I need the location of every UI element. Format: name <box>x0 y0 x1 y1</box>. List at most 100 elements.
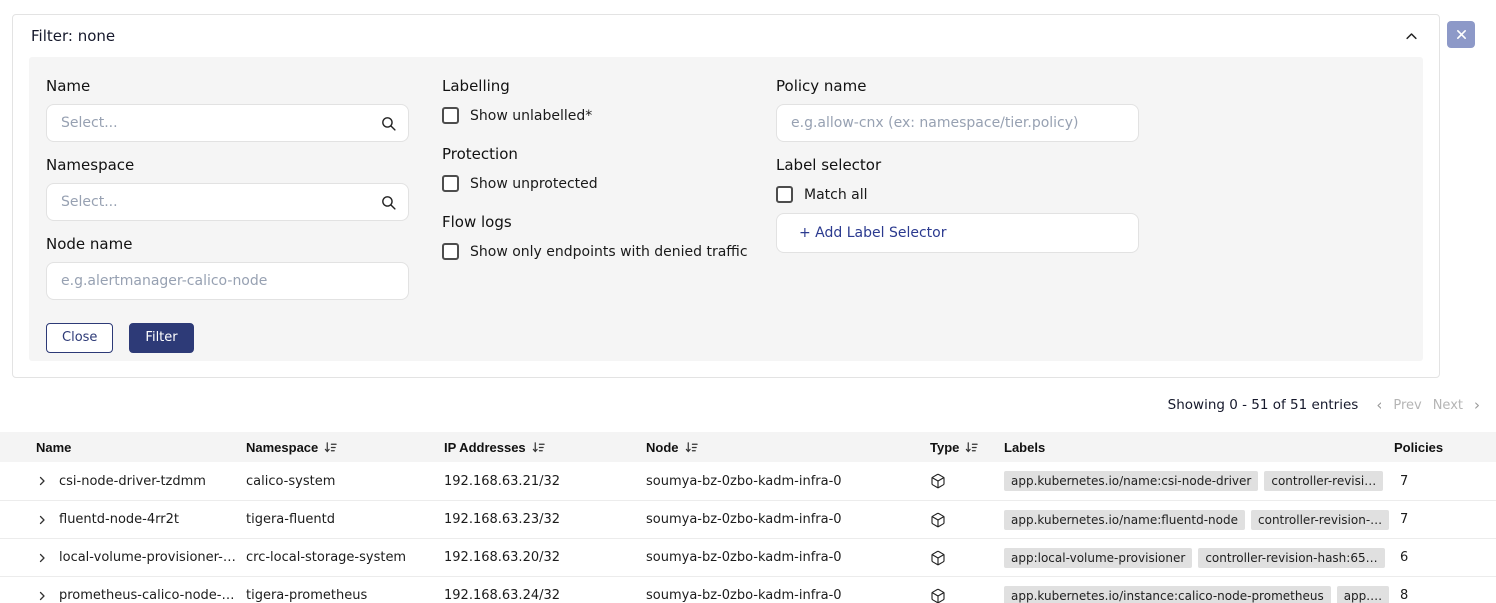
denied-traffic-row: Show only endpoints with denied traffic <box>442 243 782 260</box>
chevron-right-icon <box>36 590 48 602</box>
filter-form-column-right: Policy name Label selector Match all + A… <box>776 57 1139 253</box>
show-unlabelled-label: Show unlabelled* <box>470 108 592 124</box>
chevron-right-icon <box>36 514 48 526</box>
label-chip[interactable]: app.kubernetes.io/name:fluentd-node <box>1004 510 1245 530</box>
denied-traffic-checkbox[interactable] <box>442 243 459 260</box>
endpoints-table: Name Namespace IP Addresses Node Type <box>0 432 1496 603</box>
endpoint-node: soumya-bz-0zbo-kadm-infra-0 <box>646 512 930 527</box>
expand-row-button[interactable] <box>36 552 48 564</box>
endpoint-name[interactable]: prometheus-calico-node-… <box>59 588 234 603</box>
namespace-select-field <box>46 183 409 221</box>
endpoint-ip: 192.168.63.24/32 <box>444 588 646 603</box>
pod-icon <box>930 473 946 489</box>
label-selector-heading: Label selector <box>776 156 1139 174</box>
column-header-node[interactable]: Node <box>646 440 930 455</box>
match-all-label: Match all <box>804 187 868 203</box>
next-page-link[interactable]: Next <box>1433 398 1463 413</box>
endpoint-namespace: calico-system <box>246 474 444 489</box>
table-header-row: Name Namespace IP Addresses Node Type <box>0 432 1496 462</box>
filter-panel-title: Filter: none <box>31 27 115 45</box>
endpoint-namespace: tigera-prometheus <box>246 588 444 603</box>
close-icon <box>1456 29 1467 40</box>
endpoint-type <box>930 550 1004 566</box>
endpoint-namespace: tigera-fluentd <box>246 512 444 527</box>
pod-icon <box>930 588 946 603</box>
endpoint-labels: app.kubernetes.io/instance:calico-node-p… <box>1004 586 1390 603</box>
denied-traffic-label: Show only endpoints with denied traffic <box>470 244 748 260</box>
prev-page-link[interactable]: Prev <box>1393 398 1421 413</box>
filter-panel: Filter: none Name Namespace <box>12 14 1440 378</box>
node-name-field-label: Node name <box>46 235 409 253</box>
show-unprotected-label: Show unprotected <box>470 176 598 192</box>
endpoint-ip: 192.168.63.20/32 <box>444 550 646 565</box>
label-chip[interactable]: app:local-volume-provisioner <box>1004 548 1192 568</box>
endpoint-name[interactable]: fluentd-node-4rr2t <box>59 512 179 527</box>
label-chip[interactable]: controller-revisi… <box>1264 471 1383 491</box>
prev-page-icon[interactable]: ‹ <box>1376 398 1382 413</box>
endpoint-policies-count: 6 <box>1390 550 1496 565</box>
column-header-policies: Policies <box>1390 440 1496 455</box>
filter-form-column-left: Name Namespace Node name Close Filt <box>46 57 409 353</box>
match-all-row: Match all <box>776 186 1139 203</box>
policy-name-field-label: Policy name <box>776 77 1139 95</box>
column-header-name[interactable]: Name <box>0 440 246 455</box>
filter-form-column-middle: Labelling Show unlabelled* Protection Sh… <box>442 57 782 260</box>
name-select-input[interactable] <box>47 105 408 141</box>
next-page-icon[interactable]: › <box>1474 398 1480 413</box>
table-row: fluentd-node-4rr2t tigera-fluentd 192.16… <box>0 500 1496 538</box>
chevron-up-icon <box>1404 29 1419 44</box>
close-button[interactable]: Close <box>46 323 113 353</box>
expand-row-button[interactable] <box>36 590 48 602</box>
show-unprotected-row: Show unprotected <box>442 175 782 192</box>
endpoint-name[interactable]: csi-node-driver-tzdmm <box>59 474 206 489</box>
labelling-heading: Labelling <box>442 77 782 95</box>
sort-icon[interactable] <box>965 441 978 454</box>
node-name-field <box>46 262 409 300</box>
flow-logs-heading: Flow logs <box>442 213 782 231</box>
filter-panel-header: Filter: none <box>13 15 1439 57</box>
policy-name-field <box>776 104 1139 142</box>
pod-icon <box>930 512 946 528</box>
name-select-field <box>46 104 409 142</box>
filter-button[interactable]: Filter <box>129 323 193 353</box>
policy-name-input[interactable] <box>777 105 1138 141</box>
filter-actions: Close Filter <box>46 323 409 353</box>
label-chip[interactable]: controller-revision-… <box>1251 510 1389 530</box>
endpoint-labels: app.kubernetes.io/name:fluentd-node cont… <box>1004 510 1390 530</box>
add-label-selector-button[interactable]: + Add Label Selector <box>776 213 1139 253</box>
name-field-label: Name <box>46 77 409 95</box>
pagination-bar: Showing 0 - 51 of 51 entries ‹ Prev Next… <box>1168 397 1480 413</box>
endpoint-policies-count: 7 <box>1390 474 1496 489</box>
column-header-ip-addresses[interactable]: IP Addresses <box>444 440 646 455</box>
expand-row-button[interactable] <box>36 514 48 526</box>
collapse-panel-button[interactable] <box>1404 29 1419 44</box>
endpoint-type <box>930 512 1004 528</box>
endpoint-ip: 192.168.63.21/32 <box>444 474 646 489</box>
label-chip[interactable]: controller-revision-hash:65… <box>1198 548 1384 568</box>
entries-summary: Showing 0 - 51 of 51 entries <box>1168 397 1359 413</box>
namespace-select-input[interactable] <box>47 184 408 220</box>
expand-row-button[interactable] <box>36 475 48 487</box>
sort-icon[interactable] <box>532 441 545 454</box>
node-name-input[interactable] <box>47 263 408 299</box>
label-chip[interactable]: app.kubernetes.io/name:csi-node-driver <box>1004 471 1258 491</box>
sort-icon[interactable] <box>685 441 698 454</box>
label-chip[interactable]: app.… <box>1337 586 1389 603</box>
table-row: prometheus-calico-node-… tigera-promethe… <box>0 576 1496 603</box>
show-unprotected-checkbox[interactable] <box>442 175 459 192</box>
pagination-controls: ‹ Prev Next › <box>1376 398 1480 413</box>
endpoint-policies-count: 8 <box>1390 588 1496 603</box>
endpoint-name[interactable]: local-volume-provisioner-… <box>59 550 236 565</box>
column-header-namespace[interactable]: Namespace <box>246 440 444 455</box>
endpoint-node: soumya-bz-0zbo-kadm-infra-0 <box>646 474 930 489</box>
label-chip[interactable]: app.kubernetes.io/instance:calico-node-p… <box>1004 586 1331 603</box>
show-unlabelled-checkbox[interactable] <box>442 107 459 124</box>
table-row: local-volume-provisioner-… crc-local-sto… <box>0 538 1496 576</box>
pod-icon <box>930 550 946 566</box>
column-header-type[interactable]: Type <box>930 440 1004 455</box>
show-unlabelled-row: Show unlabelled* <box>442 107 782 124</box>
match-all-checkbox[interactable] <box>776 186 793 203</box>
endpoint-policies-count: 7 <box>1390 512 1496 527</box>
dismiss-panel-button[interactable] <box>1447 21 1475 48</box>
sort-icon[interactable] <box>324 441 337 454</box>
